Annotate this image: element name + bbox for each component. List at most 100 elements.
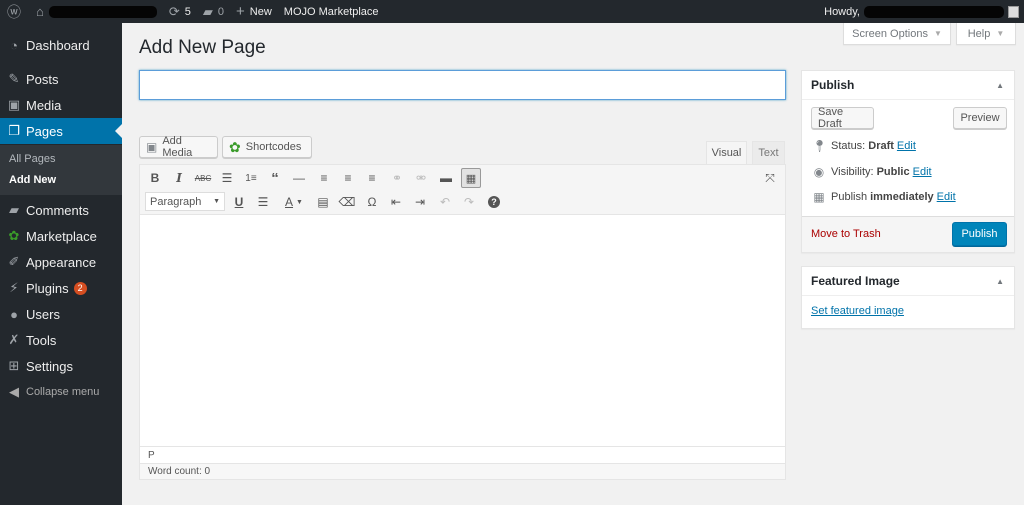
link-icon: ⚭ (391, 171, 403, 185)
read-more-button[interactable]: ▬ (436, 168, 456, 188)
special-character-button[interactable]: Ω (362, 192, 382, 212)
visibility-value: Public (876, 166, 910, 178)
sidebar-item-label: Marketplace (26, 228, 97, 244)
shortcode-mascot-icon: ✿ (229, 138, 241, 155)
text-color-button[interactable]: A ▼ (279, 192, 309, 212)
screen-options-button[interactable]: Screen Options ▼ (843, 23, 951, 45)
sidebar-item-appearance[interactable]: ✐ Appearance (0, 249, 122, 275)
pin-icon: ✎ (8, 71, 20, 86)
word-count-value: Word count: 0 (148, 466, 211, 477)
screen-options-label: Screen Options (852, 27, 928, 40)
sidebar-item-pages[interactable]: ❐ Pages (0, 118, 122, 144)
marketplace-icon: ✿ (8, 228, 20, 243)
numbered-list-icon: 1≡ (245, 172, 257, 184)
editor-content-area[interactable] (140, 216, 785, 445)
clear-formatting-button[interactable]: ⌫ (337, 192, 357, 212)
move-to-trash-link[interactable]: Move to Trash (811, 228, 881, 240)
collapse-icon: ◀ (9, 384, 19, 399)
edit-status-link[interactable]: Edit (897, 140, 916, 152)
publish-box-title-text: Publish (811, 78, 855, 92)
insert-link-button[interactable]: ⚭ (387, 168, 407, 188)
howdy-label: Howdy, (824, 5, 860, 18)
shortcodes-button[interactable]: ✿ Shortcodes (222, 136, 312, 158)
marketplace-link[interactable]: MOJO Marketplace (278, 0, 385, 23)
collapse-toggle-icon[interactable]: ▲ (996, 81, 1004, 90)
updates-link[interactable]: ⟳ 5 (163, 0, 197, 23)
edit-visibility-link[interactable]: Edit (913, 166, 932, 178)
strikethrough-button[interactable]: ABC (193, 168, 213, 188)
site-name-link[interactable]: ⌂ (32, 0, 163, 23)
sidebar-item-media[interactable]: ▣ Media (0, 92, 122, 118)
bullet-list-button[interactable]: ☰ (217, 168, 237, 188)
chevron-down-icon: ▼ (996, 29, 1005, 38)
remove-link-button[interactable]: ⚮ (411, 168, 431, 188)
sidebar-item-users[interactable]: ● Users (0, 301, 122, 327)
post-title-input[interactable] (139, 70, 786, 100)
element-path: P (140, 446, 785, 463)
horizontal-line-icon: — (293, 171, 305, 185)
submenu-all-pages[interactable]: All Pages (9, 153, 55, 165)
bold-button[interactable]: B (145, 168, 165, 188)
quote-icon: “ (271, 169, 279, 187)
admin-sidebar: ◔ Dashboard ✎ Posts ▣ Media ❐ Pages All … (0, 23, 122, 505)
paste-text-button[interactable]: ▤ (313, 192, 333, 212)
tab-visual[interactable]: Visual (706, 141, 747, 164)
numbered-list-button[interactable]: 1≡ (241, 168, 261, 188)
outdent-button[interactable]: ⇤ (386, 192, 406, 212)
justify-button[interactable]: ☰ (253, 192, 273, 212)
sidebar-item-plugins[interactable]: ⚡ Plugins 2 (0, 275, 122, 301)
sidebar-item-posts[interactable]: ✎ Posts (0, 66, 122, 92)
underline-button[interactable]: U (229, 192, 249, 212)
collapse-menu-button[interactable]: ◀ Collapse menu (0, 379, 122, 405)
save-draft-button[interactable]: Save Draft (811, 106, 874, 130)
sidebar-item-marketplace[interactable]: ✿ Marketplace (0, 223, 122, 249)
indent-button[interactable]: ⇥ (410, 192, 430, 212)
horizontal-line-button[interactable]: — (289, 168, 309, 188)
edit-publish-time-link[interactable]: Edit (937, 191, 956, 203)
align-right-icon: ≡ (368, 171, 376, 185)
keyboard-shortcuts-button[interactable]: ? (484, 192, 504, 212)
sidebar-item-dashboard[interactable]: ◔ Dashboard (0, 32, 122, 58)
tab-text[interactable]: Text (752, 141, 785, 164)
fullscreen-button[interactable]: ⤧ (760, 168, 780, 188)
italic-button[interactable]: I (169, 168, 189, 188)
publish-button-label: Publish (961, 228, 998, 240)
sidebar-item-label: Settings (26, 358, 73, 374)
visibility-row: ◉ Visibility: Public Edit (812, 165, 932, 179)
clipboard-icon: ▤ (317, 195, 329, 209)
align-center-button[interactable]: ≡ (338, 168, 358, 188)
collapse-toggle-icon[interactable]: ▲ (996, 277, 1004, 286)
add-media-button[interactable]: ▣ Add Media (139, 135, 218, 159)
publish-box-title: Publish (802, 71, 1014, 100)
help-button[interactable]: Help ▼ (956, 23, 1016, 45)
preview-button[interactable]: Preview (953, 107, 1007, 129)
tab-text-label: Text (758, 147, 779, 159)
new-content-link[interactable]: + New (230, 0, 278, 23)
sidebar-item-settings[interactable]: ⊞ Settings (0, 353, 122, 379)
bold-icon: B (150, 171, 160, 185)
pages-submenu: All Pages Add New (0, 145, 122, 195)
editor-container: B I ABC ☰ 1≡ “ — ≡ ≡ ≡ ⚭ ⚮ ▬ ▦ ⤧ Paragra… (139, 164, 786, 480)
account-menu[interactable]: Howdy, (818, 0, 1024, 23)
sidebar-item-label: Appearance (26, 254, 97, 270)
collapse-menu-label: Collapse menu (26, 386, 100, 398)
sidebar-item-tools[interactable]: ✗ Tools (0, 327, 122, 353)
undo-button[interactable]: ↶ (435, 192, 455, 212)
toolbar-toggle-button[interactable]: ▦ (461, 168, 481, 188)
align-center-icon: ≡ (344, 171, 352, 185)
editor-toolbar: B I ABC ☰ 1≡ “ — ≡ ≡ ≡ ⚭ ⚮ ▬ ▦ ⤧ Paragra… (140, 165, 785, 215)
fullscreen-icon: ⤧ (765, 170, 775, 185)
paragraph-format-select[interactable]: Paragraph ▼ (145, 192, 225, 211)
redo-button[interactable]: ↷ (459, 192, 479, 212)
publish-button[interactable]: Publish (952, 222, 1007, 246)
wordpress-logo-button[interactable]: ⓦ (0, 0, 32, 23)
align-left-button[interactable]: ≡ (314, 168, 334, 188)
submenu-add-new[interactable]: Add New (9, 174, 56, 186)
outdent-icon: ⇤ (390, 195, 402, 209)
align-right-button[interactable]: ≡ (362, 168, 382, 188)
comments-link[interactable]: ▰ 0 (197, 0, 230, 23)
schedule-row: ▦ Publish immediately Edit (812, 190, 956, 204)
sidebar-item-comments[interactable]: ▰ Comments (0, 197, 122, 223)
blockquote-button[interactable]: “ (265, 168, 285, 188)
set-featured-image-link[interactable]: Set featured image (811, 305, 904, 317)
